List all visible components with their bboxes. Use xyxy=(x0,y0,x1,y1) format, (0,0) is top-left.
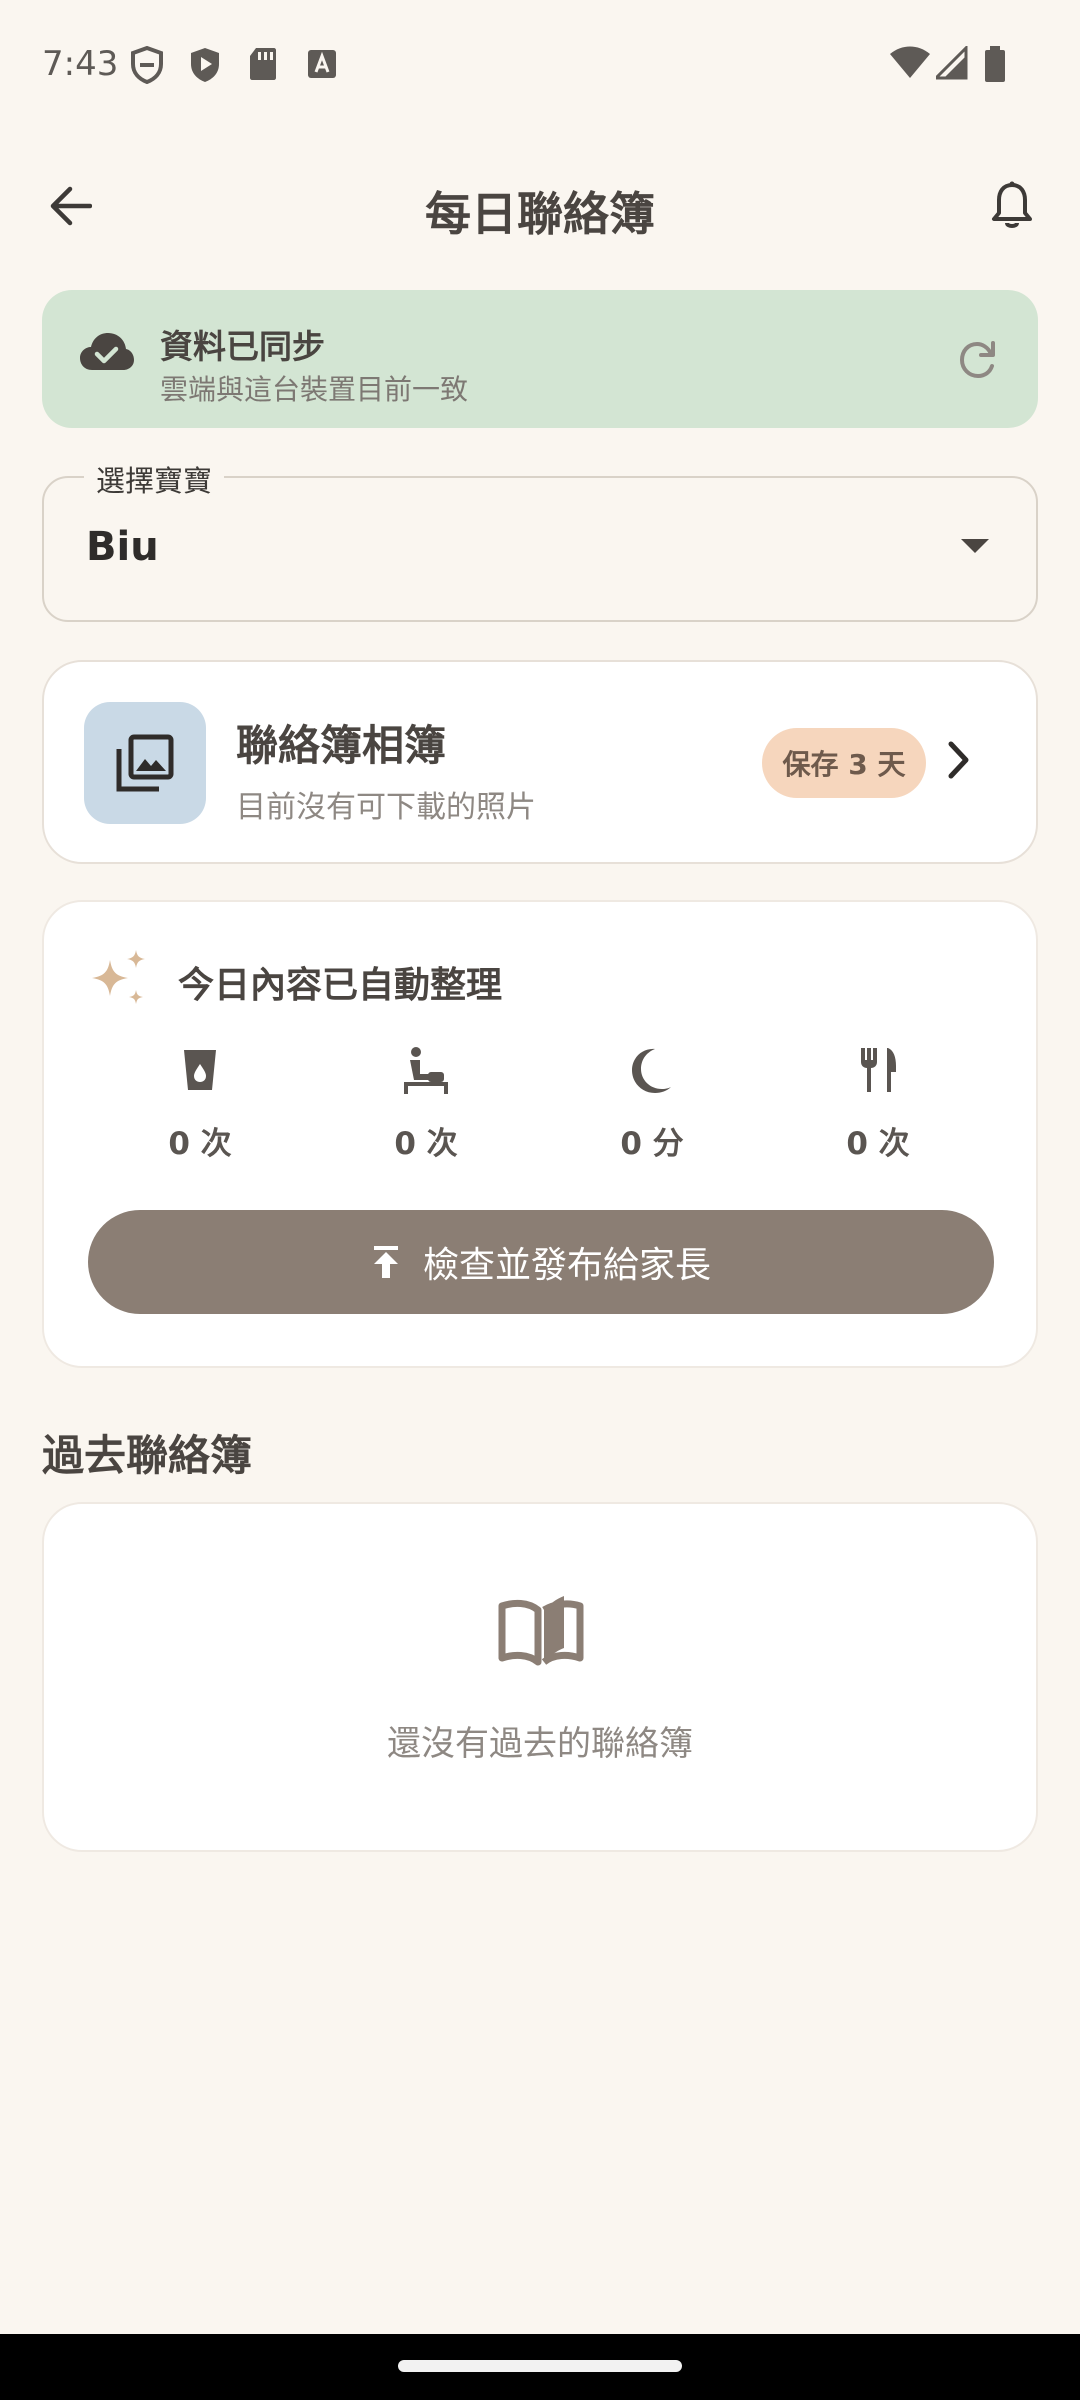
privacy-shield-icon xyxy=(130,46,164,84)
past-notebooks-empty-card: 還沒有過去的聯絡簿 xyxy=(42,1502,1038,1852)
sd-card-icon xyxy=(248,46,278,82)
baby-select-value: Biu xyxy=(86,524,159,570)
stat-drink: 0 次 xyxy=(120,1042,280,1163)
upload-icon xyxy=(373,1246,398,1278)
cellular-signal-icon xyxy=(936,46,968,80)
drink-cup-icon xyxy=(120,1042,280,1098)
battery-icon xyxy=(984,46,1006,82)
baby-select-label: 選擇寶寶 xyxy=(84,458,225,500)
daily-summary-card: 今日內容已自動整理 0 次 0 次 0 分 0 次 檢查並發布給家長 xyxy=(42,900,1038,1368)
sparkle-icon xyxy=(90,948,150,1014)
past-empty-text: 還沒有過去的聯絡簿 xyxy=(387,1724,693,1764)
refresh-button[interactable] xyxy=(946,328,1010,392)
chevron-right-icon xyxy=(946,740,972,784)
retention-badge: 保存 3 天 xyxy=(762,728,926,798)
play-protect-icon xyxy=(188,46,222,84)
fork-knife-icon xyxy=(798,1042,958,1098)
refresh-icon xyxy=(959,341,995,379)
stat-meal-value: 0 次 xyxy=(846,1126,910,1162)
album-thumbnail xyxy=(84,702,206,824)
album-subtitle: 目前沒有可下載的照片 xyxy=(236,790,536,825)
diaper-change-icon xyxy=(346,1042,506,1098)
moon-sleep-icon xyxy=(572,1042,732,1098)
past-heading: 過去聯絡簿 xyxy=(42,1431,253,1480)
publish-button[interactable]: 檢查並發布給家長 xyxy=(88,1210,994,1314)
page-title: 每日聯絡簿 xyxy=(425,187,655,241)
stat-diaper-value: 0 次 xyxy=(394,1126,458,1162)
baby-select-dropdown[interactable]: 選擇寶寶 Biu xyxy=(42,458,1038,622)
home-gesture-handle[interactable] xyxy=(398,2360,682,2372)
dropdown-arrow-icon xyxy=(960,538,990,558)
system-navigation-bar xyxy=(0,2334,1080,2400)
album-card[interactable]: 聯絡簿相簿 目前沒有可下載的照片 保存 3 天 xyxy=(42,660,1038,864)
open-book-icon xyxy=(498,1594,584,1672)
stat-drink-value: 0 次 xyxy=(168,1126,232,1162)
stat-meal: 0 次 xyxy=(798,1042,958,1163)
keyboard-a-icon xyxy=(306,46,338,82)
stat-diaper: 0 次 xyxy=(346,1042,506,1163)
wifi-icon xyxy=(890,46,930,80)
sync-status-banner: 資料已同步 雲端與這台裝置目前一致 xyxy=(42,290,1038,428)
sync-subtitle: 雲端與這台裝置目前一致 xyxy=(160,373,469,406)
publish-button-label: 檢查並發布給家長 xyxy=(422,1245,711,1286)
stat-sleep-value: 0 分 xyxy=(620,1126,684,1162)
bell-icon xyxy=(992,181,1032,228)
stat-sleep: 0 分 xyxy=(572,1042,732,1163)
notification-button[interactable] xyxy=(976,170,1048,242)
summary-title: 今日內容已自動整理 xyxy=(178,965,503,1006)
screen: 7:43 每日聯絡簿 資料已同步 雲端與這台裝置目前一致 選擇寶寶 Biu 聯絡… xyxy=(0,0,1080,2400)
album-title: 聯絡簿相簿 xyxy=(236,721,447,770)
cloud-check-icon xyxy=(78,330,134,378)
sync-title: 資料已同步 xyxy=(160,327,325,366)
status-bar: 7:43 xyxy=(0,0,1080,130)
status-time: 7:43 xyxy=(42,44,119,84)
top-app-bar: 每日聯絡簿 xyxy=(0,150,1080,262)
photo-library-icon xyxy=(116,734,174,792)
